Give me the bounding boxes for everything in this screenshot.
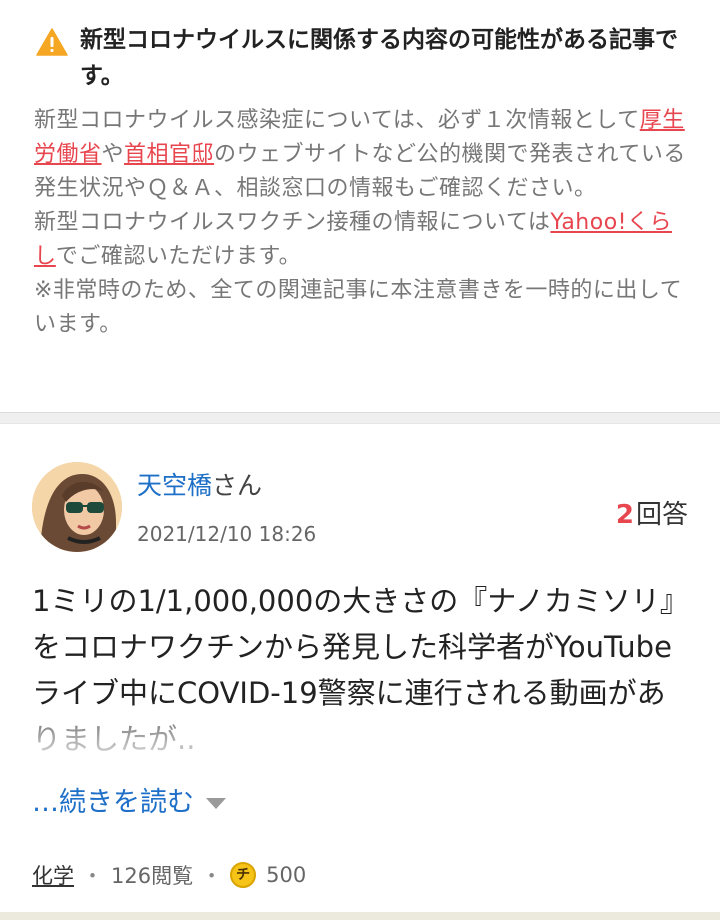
- kantei-link[interactable]: 首相官邸: [124, 142, 214, 167]
- avatar-image: [32, 462, 122, 552]
- meta-separator: ・: [201, 864, 223, 888]
- coin-icon: チ: [230, 862, 257, 888]
- notice-line1: 新型コロナウイルス感染症については、必ず１次情報として: [34, 108, 640, 133]
- notice-footnote: ※非常時のため、全ての関連記事に本注意書きを一時的に出しています。: [34, 278, 683, 337]
- view-count: 126閲覧: [111, 864, 194, 888]
- section-divider: [0, 412, 720, 424]
- warning-icon: [36, 28, 68, 56]
- vaccine-suffix: でご確認いただけます。: [55, 244, 302, 269]
- read-more-button[interactable]: …続きを読む: [32, 780, 226, 819]
- meta-separator: ・: [82, 864, 103, 888]
- coin-amount: 500: [266, 863, 307, 887]
- user-name[interactable]: 天空橋さん: [137, 470, 262, 502]
- post-timestamp: 2021/12/10 18:26: [137, 522, 317, 546]
- vaccine-prefix: 新型コロナウイルスワクチン接種の情報については: [34, 210, 551, 235]
- notice-conj: や: [101, 142, 125, 167]
- category-link[interactable]: 化学: [32, 860, 74, 890]
- notice-title: 新型コロナウイルスに関係する内容の可能性がある記事です。: [80, 27, 678, 89]
- notice-body: 新型コロナウイルス感染症については、必ず１次情報として厚生労働省や首相官邸のウェ…: [34, 104, 690, 342]
- chevron-down-icon: [206, 798, 226, 809]
- covid-notice: 新型コロナウイルスに関係する内容の可能性がある記事です。 新型コロナウイルス感染…: [0, 0, 720, 412]
- question-text: 1ミリの1/1,000,000の大きさの『ナノカミソリ』をコロナワクチンから発見…: [32, 584, 689, 756]
- answer-count[interactable]: 2回答: [616, 494, 688, 531]
- read-more-label: …続きを読む: [32, 787, 194, 818]
- post-meta: 化学 ・ 126閲覧 ・ チ 500: [32, 860, 306, 890]
- next-item-edge: [0, 912, 720, 920]
- user-name-text[interactable]: 天空橋: [137, 471, 212, 500]
- user-honorific: さん: [212, 471, 263, 500]
- answer-count-number: 2: [615, 500, 634, 530]
- user-avatar[interactable]: [32, 462, 122, 552]
- answer-count-label: 回答: [635, 500, 688, 530]
